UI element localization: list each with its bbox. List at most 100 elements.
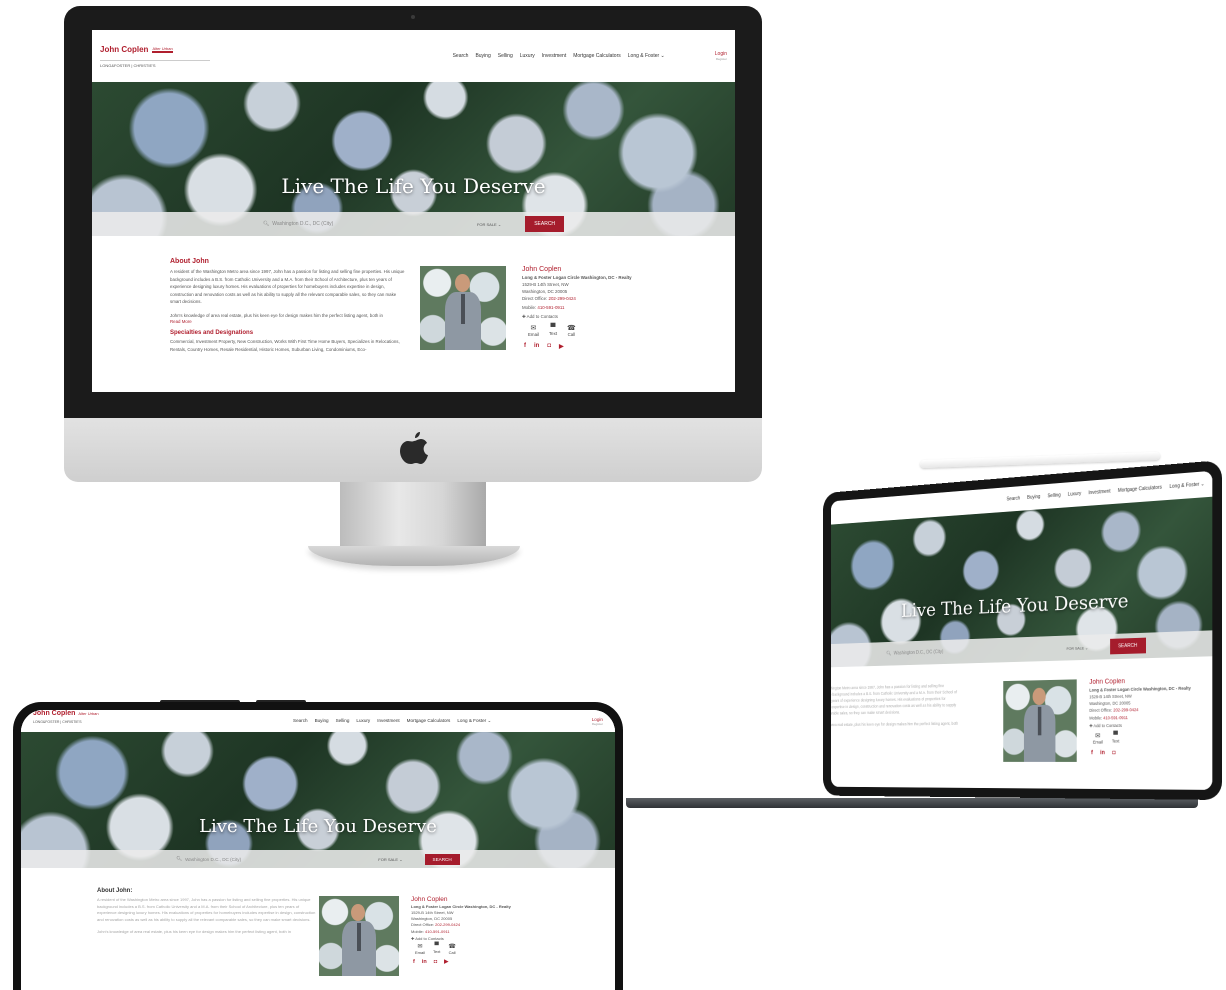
ipad-for-sale-select[interactable]: FOR SALE ⌄ (1066, 645, 1088, 651)
read-more-link[interactable]: Read More (170, 319, 408, 324)
ipad-nav-selling[interactable]: Selling (1047, 493, 1060, 500)
ipad-search-placeholder: Washington D.C., DC (City) (893, 649, 944, 657)
ipad-text-label: Text (1111, 738, 1120, 744)
phone-facebook-icon[interactable]: f (413, 959, 415, 965)
phone-nav-mortgage[interactable]: Mortgage Calculators (407, 718, 451, 724)
call-icon: ☎ (567, 325, 576, 332)
ipad-nav-investment[interactable]: Investment (1088, 489, 1110, 496)
ipad-search-input[interactable]: 🔍︎ Washington D.C., DC (City) (886, 646, 1045, 657)
nav-long-foster[interactable]: Long & Foster ⌄ (628, 53, 665, 59)
ipad-social-links: f in ◘ (1089, 750, 1210, 756)
nav-luxury[interactable]: Luxury (520, 53, 535, 59)
ipad-search-button[interactable]: SEARCH (1109, 637, 1146, 655)
ipad-nav-search[interactable]: Search (1007, 496, 1021, 503)
email-icon: ✉ (530, 325, 537, 332)
nav-mortgage[interactable]: Mortgage Calculators (573, 53, 621, 59)
ipad-linkedin-icon[interactable]: in (1100, 750, 1105, 756)
phone-about-section: About John: A resident of the Washington… (97, 888, 317, 936)
phone-search-input[interactable]: 🔍︎ Washington D.C., DC (City) (176, 856, 356, 862)
phone-mobile-phone[interactable]: 410-591-0911 (425, 929, 450, 934)
phone-for-sale-select[interactable]: FOR SALE ⌄ (378, 857, 402, 862)
phone-nav-long-foster[interactable]: Long & Foster ⌄ (457, 718, 491, 724)
apple-logo-icon (400, 432, 428, 466)
nav-buying[interactable]: Buying (475, 53, 490, 59)
search-button[interactable]: SEARCH (525, 216, 565, 232)
ipad-instagram-icon[interactable]: ◘ (1112, 750, 1115, 756)
direct-phone[interactable]: 202-299-0424 (549, 296, 576, 301)
phone-login-link[interactable]: Login (592, 717, 603, 722)
ipad-email-action[interactable]: ✉ Email (1093, 732, 1103, 745)
mobile-phone[interactable]: 410-591-0911 (537, 305, 564, 310)
for-sale-select[interactable]: FOR SALE ⌄ (477, 222, 501, 227)
ipad-add-to-contacts[interactable]: ✚ Add to Contacts (1089, 722, 1210, 729)
phone-call-action[interactable]: ☎ Call (448, 943, 455, 955)
phone-hero-banner: Live The Life You Deserve 🔍︎ Washington … (21, 732, 615, 868)
agent-street: 1529-B 14th Street, NW (522, 282, 569, 287)
ipad-direct-phone[interactable]: 202-299-0424 (1113, 707, 1138, 712)
call-action[interactable]: ☎ Call (567, 324, 576, 337)
agent-mobile: Mobile: 410-591-0911 (522, 305, 662, 310)
ipad-nav-buying[interactable]: Buying (1027, 494, 1040, 501)
phone-agent-name: John Coplen (411, 896, 448, 903)
ipad-agent-mobile: Mobile: 410-591-0911 (1089, 714, 1210, 720)
phone-search-button[interactable]: SEARCH (424, 853, 460, 865)
hero-title: Live The Life You Deserve (281, 174, 546, 198)
youtube-icon[interactable]: ▶ (559, 343, 564, 350)
phone-text-action[interactable]: ▀ Text (433, 943, 440, 955)
search-bar: 🔍︎ Washington D.C., DC (City) FOR SALE ⌄… (92, 212, 735, 236)
phone-nav-buying[interactable]: Buying (315, 718, 329, 724)
search-input[interactable]: 🔍︎ Washington D.C., DC (City) (263, 221, 453, 227)
ipad-mobile-phone[interactable]: 410-591-0911 (1103, 715, 1128, 720)
ipad-nav-mortgage[interactable]: Mortgage Calculators (1118, 485, 1162, 494)
phone-agent-photo (319, 896, 399, 976)
for-sale-label: FOR SALE (476, 221, 497, 227)
phone-direct-phone[interactable]: 202-299-0424 (435, 922, 460, 927)
ipad-hero-title: Live The Life You Deserve (900, 588, 1129, 622)
facebook-icon[interactable]: f (524, 343, 526, 350)
phone-linkedin-icon[interactable]: in (422, 959, 427, 965)
nav-investment[interactable]: Investment (542, 53, 566, 59)
phone-nav-investment[interactable]: Investment (377, 718, 399, 724)
phone-email-action[interactable]: ✉ Email (415, 943, 425, 955)
phone-youtube-icon[interactable]: ▶ (444, 959, 448, 965)
phone-logo-sub: Alter Urban (78, 711, 99, 716)
ipad-text-action[interactable]: ▀ Text (1112, 732, 1119, 745)
phone-register-link[interactable]: Register (592, 722, 603, 726)
agent-city: Washington, DC 20005 (522, 289, 568, 294)
ipad-direct-label: Direct Office: (1089, 707, 1113, 713)
ipad-nav-luxury[interactable]: Luxury (1068, 491, 1081, 498)
register-link[interactable]: Register (715, 57, 727, 61)
ipad: Search Buying Selling Luxury Investment … (760, 460, 1222, 800)
ipad-about-paragraph-2: John's knowledge of area real estate, pl… (830, 721, 959, 728)
ipad-about-paragraph-1: A resident of the Washington Metro area … (830, 683, 957, 716)
phone-website: John Coplen Alter Urban LONG&FOSTER | CH… (21, 710, 615, 990)
phone-nav-selling[interactable]: Selling (336, 718, 350, 724)
phone-direct-label: Direct Office: (411, 922, 435, 927)
phone-add-to-contacts[interactable]: ✚ Add to Contacts (411, 936, 561, 941)
add-to-contacts[interactable]: ✚ Add to Contacts (522, 314, 662, 320)
agent-head (455, 274, 470, 292)
linkedin-icon[interactable]: in (534, 343, 539, 350)
phone-login-area: Login Register (592, 717, 603, 726)
ipad-agent-direct: Direct Office: 202-299-0424 (1089, 706, 1210, 713)
imac-website: John Coplen Alter Urban LONG&FOSTER | CH… (92, 30, 735, 392)
phone-logo[interactable]: John Coplen Alter Urban LONG&FOSTER | CH… (33, 710, 123, 724)
header: John Coplen Alter Urban LONG&FOSTER | CH… (92, 30, 735, 82)
nav-selling[interactable]: Selling (498, 53, 513, 59)
text-action[interactable]: ▀ Text (549, 324, 557, 337)
ipad-nav-long-foster[interactable]: Long & Foster ⌄ (1169, 481, 1204, 490)
instagram-icon[interactable]: ◘ (547, 343, 551, 350)
contact-actions: ✉ Email ▀ Text ☎ Call (522, 324, 662, 337)
logo[interactable]: John Coplen Alter Urban LONG&FOSTER | CH… (100, 45, 210, 68)
nav-search[interactable]: Search (453, 53, 469, 59)
ipad-agent-city: Washington, DC 20005 (1089, 700, 1131, 707)
agent-tie (461, 294, 465, 324)
ipad-facebook-icon[interactable]: f (1091, 750, 1093, 756)
call-label: Call (567, 332, 576, 337)
phone-nav-luxury[interactable]: Luxury (356, 718, 370, 724)
phone-instagram-icon[interactable]: ◘ (434, 959, 437, 965)
ipad-agent-head (1032, 687, 1046, 706)
email-action[interactable]: ✉ Email (528, 324, 539, 337)
phone-nav-search[interactable]: Search (293, 718, 308, 724)
brand-logos: LONG&FOSTER | CHRISTIE'S (100, 59, 210, 68)
